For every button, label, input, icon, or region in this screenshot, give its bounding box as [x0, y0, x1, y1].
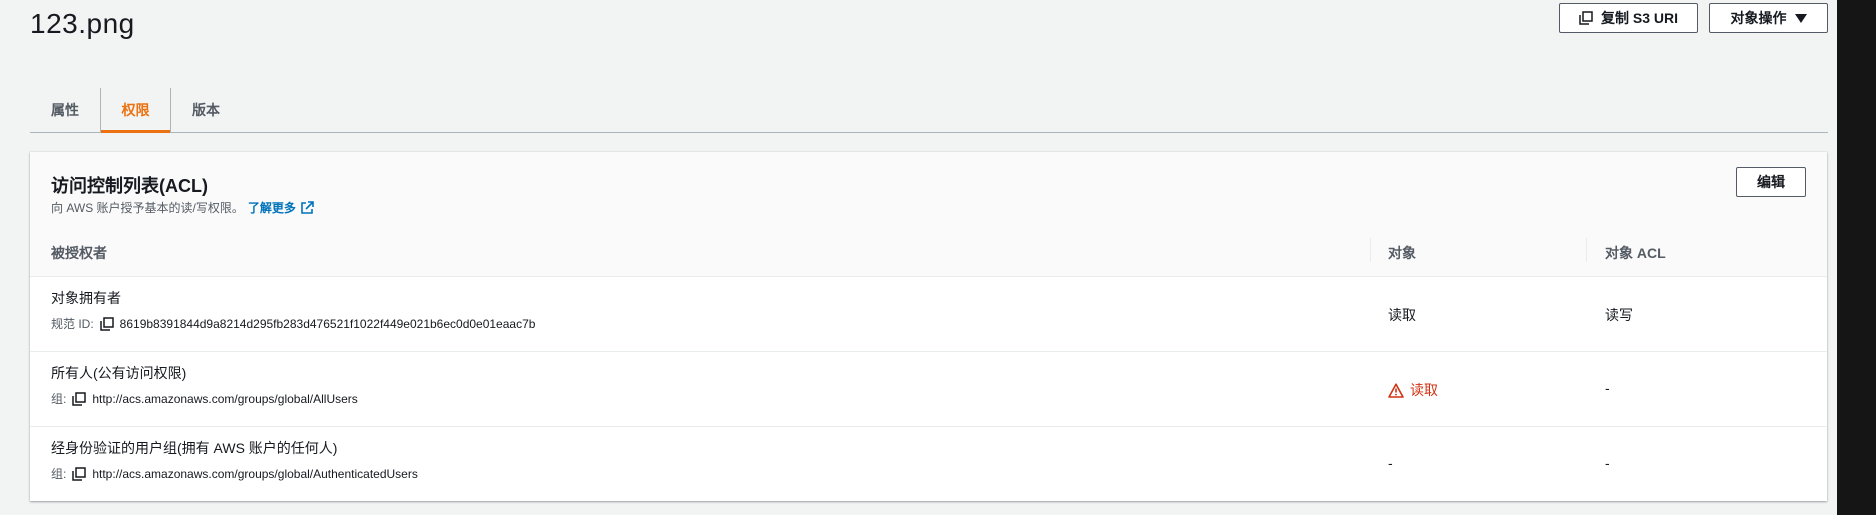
- object-actions-label: 对象操作: [1730, 10, 1787, 26]
- learn-more-link[interactable]: 了解更多: [248, 199, 296, 216]
- object-permission: 读取: [1388, 307, 1416, 323]
- tab-permissions[interactable]: 权限: [101, 88, 170, 133]
- grantee-id: 规范 ID: 8619b8391844d9a8214d295fb283d4765…: [51, 315, 535, 332]
- object-actions-button[interactable]: 对象操作: [1709, 3, 1828, 33]
- group-uri: http://acs.amazonaws.com/groups/global/A…: [92, 391, 358, 406]
- grantee-group: 组: http://acs.amazonaws.com/groups/globa…: [51, 390, 358, 407]
- window-edge: [1837, 0, 1876, 515]
- column-divider: [1586, 238, 1587, 262]
- canonical-id-label: 规范 ID:: [51, 317, 94, 331]
- table-row: 经身份验证的用户组(拥有 AWS 账户的任何人) 组: http://acs.a…: [30, 426, 1827, 501]
- canonical-id-value: 8619b8391844d9a8214d295fb283d476521f1022…: [119, 316, 536, 331]
- edit-button[interactable]: 编辑: [1736, 167, 1806, 197]
- warning-icon: [1388, 382, 1404, 398]
- acl-panel: 访问控制列表(ACL) 向 AWS 账户授予基本的读/写权限。 了解更多 编辑 …: [30, 152, 1827, 501]
- acl-description: 向 AWS 账户授予基本的读/写权限。 了解更多: [51, 199, 314, 216]
- grantee-name: 所有人(公有访问权限): [51, 365, 187, 381]
- grantee-group: 组: http://acs.amazonaws.com/groups/globa…: [51, 465, 418, 482]
- acl-description-text: 向 AWS 账户授予基本的读/写权限。: [51, 201, 244, 215]
- acl-panel-header: 访问控制列表(ACL) 向 AWS 账户授予基本的读/写权限。 了解更多 编辑 …: [30, 152, 1827, 277]
- tab-versions[interactable]: 版本: [171, 88, 241, 132]
- copy-icon: [1579, 11, 1593, 25]
- tab-properties[interactable]: 属性: [30, 88, 100, 132]
- table-row: 所有人(公有访问权限) 组: http://acs.amazonaws.com/…: [30, 351, 1827, 427]
- grantee-name: 对象拥有者: [51, 290, 121, 306]
- table-row: 对象拥有者 规范 ID: 8619b8391844d9a8214d295fb28…: [30, 276, 1827, 352]
- group-uri: http://acs.amazonaws.com/groups/global/A…: [92, 466, 418, 481]
- object-acl-permission: -: [1605, 455, 1610, 471]
- caret-down-icon: [1794, 13, 1807, 23]
- column-header-grantee: 被授权者: [51, 245, 107, 261]
- object-acl-permission: 读写: [1605, 307, 1633, 323]
- external-link-icon[interactable]: [300, 200, 314, 215]
- grantee-name: 经身份验证的用户组(拥有 AWS 账户的任何人): [51, 440, 338, 456]
- object-permission-text: 读取: [1410, 382, 1438, 398]
- object-acl-permission: -: [1605, 380, 1610, 396]
- column-header-object-acl: 对象 ACL: [1605, 245, 1666, 261]
- tab-bar: 属性 权限 版本: [30, 88, 1828, 133]
- group-label: 组:: [51, 467, 67, 481]
- copy-s3-uri-label: 复制 S3 URI: [1600, 10, 1678, 26]
- object-permission: -: [1388, 455, 1393, 471]
- copy-icon[interactable]: [99, 316, 114, 331]
- column-header-object: 对象: [1388, 245, 1416, 261]
- copy-s3-uri-button[interactable]: 复制 S3 URI: [1559, 3, 1698, 33]
- copy-icon[interactable]: [72, 466, 87, 481]
- group-label: 组:: [51, 392, 67, 406]
- object-permission: 读取: [1388, 380, 1438, 400]
- copy-icon[interactable]: [72, 391, 87, 406]
- page-title: 123.png: [30, 8, 135, 39]
- acl-title: 访问控制列表(ACL): [51, 176, 208, 196]
- column-divider: [1370, 238, 1371, 262]
